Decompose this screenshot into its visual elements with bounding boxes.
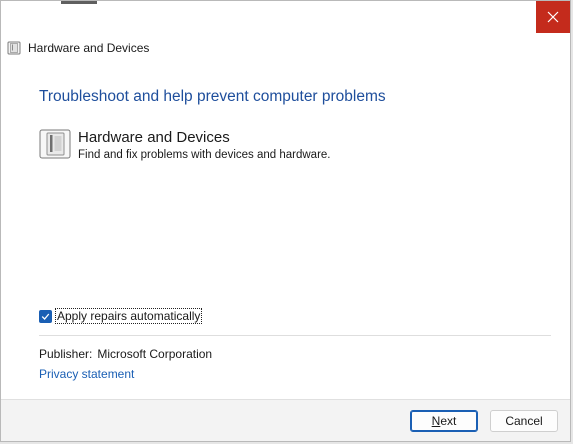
troubleshooter-item: Hardware and Devices Find and fix proble… [39, 129, 331, 161]
next-label: ext [440, 414, 457, 428]
window-title: Hardware and Devices [28, 41, 150, 55]
privacy-statement-link[interactable]: Privacy statement [39, 367, 134, 381]
troubleshooter-text: Hardware and Devices Find and fix proble… [78, 129, 331, 161]
next-button[interactable]: Next [410, 410, 478, 432]
next-mnemonic: N [431, 414, 441, 428]
apply-repairs-checkbox[interactable] [39, 309, 52, 323]
publisher-label: Publisher: [39, 347, 93, 361]
troubleshooter-window: Hardware and Devices Troubleshoot and he… [0, 0, 571, 442]
publisher-info: Publisher: Microsoft Corporation [39, 347, 212, 361]
apply-repairs-label[interactable]: Apply repairs automatically [55, 308, 203, 324]
footer: Next Cancel [1, 399, 570, 441]
apply-repairs-option[interactable]: Apply repairs automatically [39, 308, 203, 324]
hardware-devices-icon [39, 129, 71, 159]
page-heading: Troubleshoot and help prevent computer p… [39, 88, 386, 105]
close-button[interactable] [536, 1, 570, 33]
background-window-strip [61, 1, 97, 4]
troubleshooter-description: Find and fix problems with devices and h… [78, 149, 331, 161]
hardware-devices-icon [7, 41, 21, 55]
troubleshooter-name: Hardware and Devices [78, 129, 230, 146]
cancel-button[interactable]: Cancel [490, 410, 558, 432]
title-bar: Hardware and Devices [7, 39, 149, 57]
checkmark-icon [41, 313, 50, 320]
publisher-value: Microsoft Corporation [97, 347, 213, 361]
divider [39, 335, 551, 336]
close-icon [547, 11, 559, 23]
